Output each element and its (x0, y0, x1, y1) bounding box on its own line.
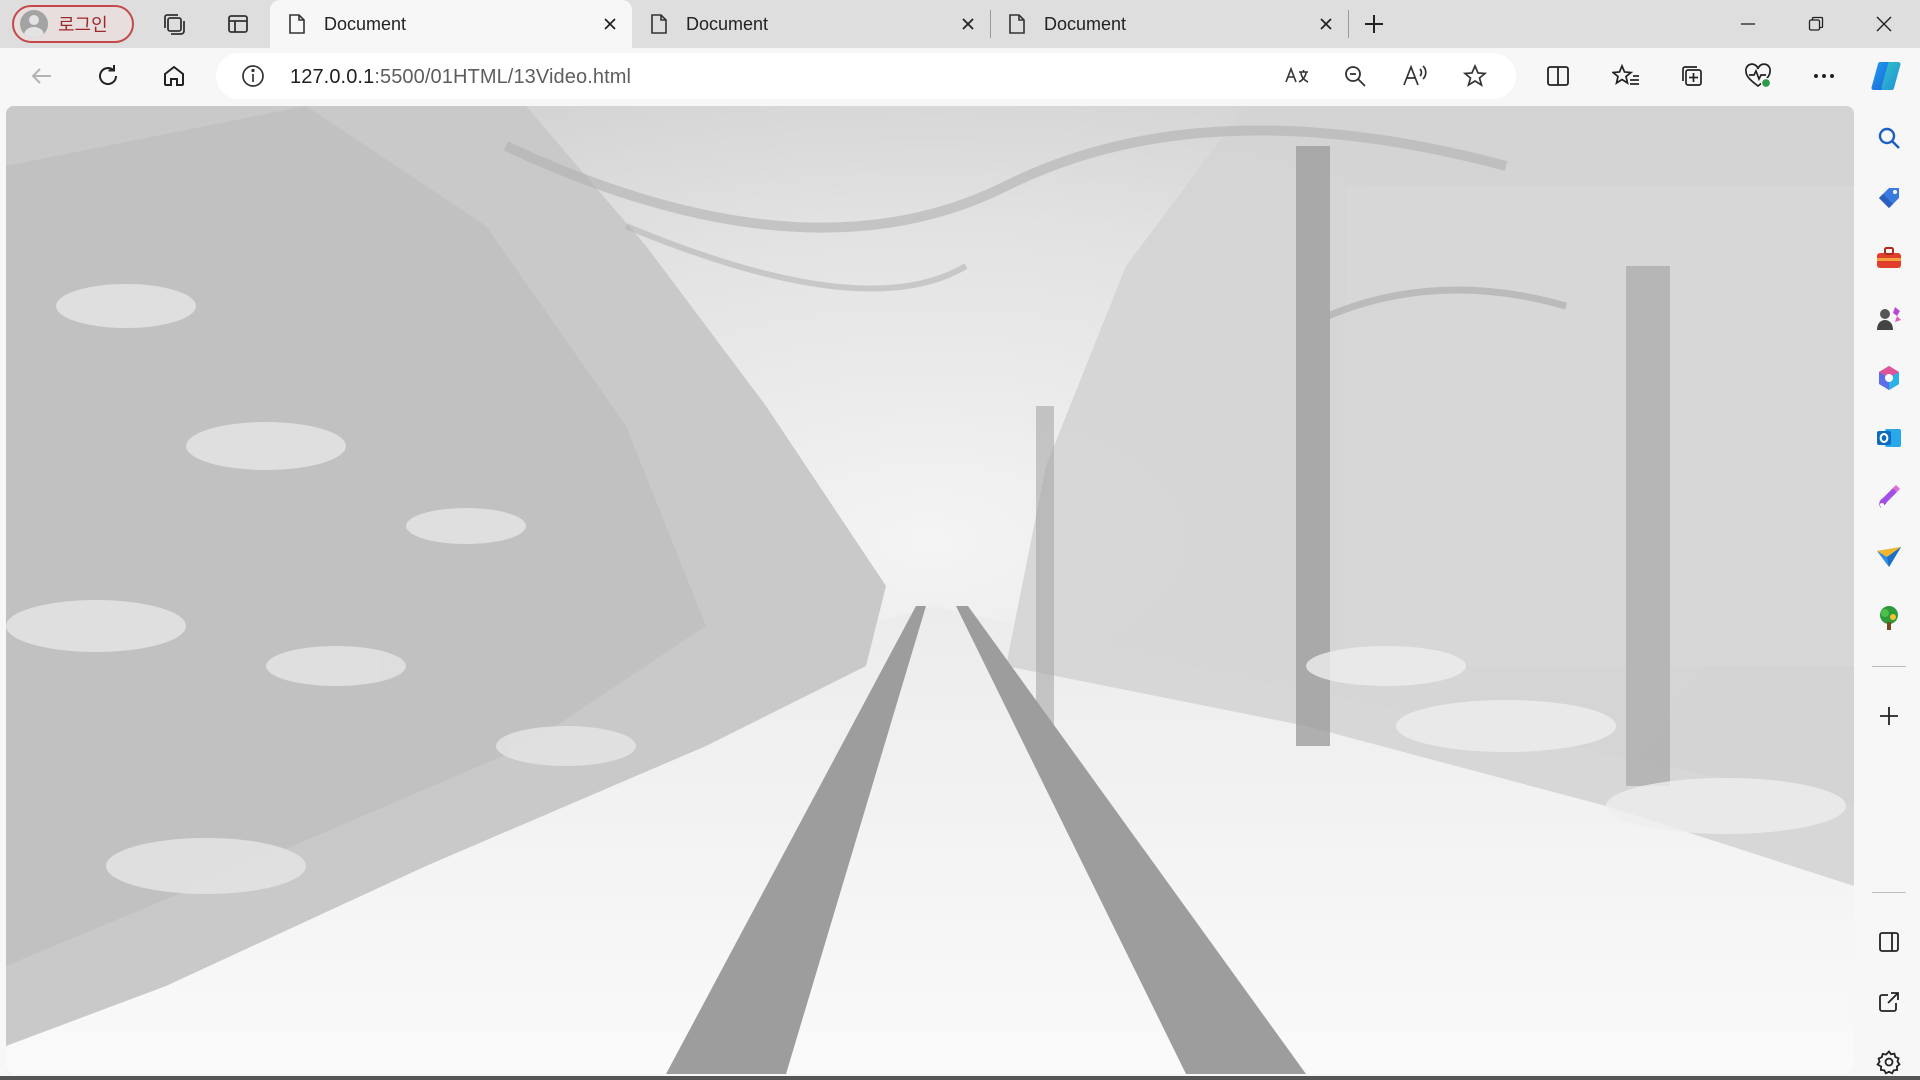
restore-icon[interactable] (1786, 6, 1846, 42)
tree-icon[interactable] (1871, 600, 1907, 636)
collections-icon[interactable] (1674, 58, 1710, 94)
translate-icon[interactable] (1280, 59, 1314, 93)
url-host: 127.0.0.1 (290, 66, 375, 88)
document-icon (1008, 13, 1026, 40)
url-text[interactable]: 127.0.0.1:5500/01HTML/13Video.html (290, 66, 631, 89)
close-window-icon[interactable] (1854, 6, 1914, 42)
microsoft365-icon[interactable] (1871, 360, 1907, 396)
shopping-tag-icon[interactable] (1871, 180, 1907, 216)
open-external-icon[interactable] (1871, 984, 1907, 1020)
navigation-toolbar: 127.0.0.1:5500/01HTML/13Video.html (0, 48, 1920, 104)
tab-title: Document (324, 14, 407, 34)
add-icon[interactable] (1871, 698, 1907, 734)
more-icon[interactable] (1806, 58, 1842, 94)
tools-briefcase-icon[interactable] (1871, 240, 1907, 276)
favorites-icon[interactable] (1608, 58, 1644, 94)
sidebar-panel-icon[interactable] (1871, 924, 1907, 960)
tab-separator (1348, 10, 1349, 38)
games-icon[interactable] (1871, 300, 1907, 336)
profile-avatar-icon (20, 10, 48, 38)
url-path: :5500/01HTML/13Video.html (374, 66, 632, 88)
browser-essentials-icon[interactable] (1740, 58, 1776, 94)
split-screen-icon[interactable] (1540, 58, 1576, 94)
vertical-tabs-icon[interactable] (222, 8, 254, 40)
copilot-icon[interactable] (1868, 58, 1904, 94)
minimize-icon[interactable] (1718, 6, 1778, 42)
document-icon (288, 13, 306, 40)
tab-document-3[interactable]: Document (990, 0, 1348, 48)
tab-document-1[interactable]: Document (270, 0, 632, 48)
home-icon[interactable] (156, 58, 192, 94)
workspaces-icon[interactable] (158, 8, 190, 40)
refresh-icon[interactable] (90, 58, 126, 94)
edge-sidebar (1858, 104, 1920, 1080)
snowy-forest-road-image (6, 106, 1854, 1074)
close-icon[interactable] (600, 14, 620, 34)
back-arrow-icon[interactable] (24, 58, 60, 94)
profile-button[interactable]: 로그인 (12, 5, 134, 43)
tab-strip: 로그인 Document Document Document (0, 0, 1920, 48)
tab-title: Document (1044, 14, 1127, 34)
info-icon[interactable] (236, 59, 270, 93)
outlook-icon[interactable] (1871, 420, 1907, 456)
taskbar-edge (0, 1076, 1920, 1080)
video-frame[interactable] (6, 106, 1854, 1074)
new-tab-plus-icon[interactable] (1358, 8, 1390, 40)
close-icon[interactable] (1316, 14, 1336, 34)
profile-label: 로그인 (58, 15, 108, 35)
tab-title: Document (686, 14, 769, 34)
address-bar[interactable]: 127.0.0.1:5500/01HTML/13Video.html (216, 53, 1516, 99)
document-icon (650, 13, 668, 40)
zoom-out-icon[interactable] (1338, 59, 1372, 93)
sidebar-divider (1872, 892, 1906, 893)
drop-icon[interactable] (1871, 540, 1907, 576)
search-icon[interactable] (1871, 120, 1907, 156)
close-icon[interactable] (958, 14, 978, 34)
favorite-star-icon[interactable] (1458, 59, 1492, 93)
designer-icon[interactable] (1871, 480, 1907, 516)
sidebar-divider (1872, 666, 1906, 667)
read-aloud-icon[interactable] (1398, 59, 1432, 93)
settings-gear-icon[interactable] (1871, 1044, 1907, 1080)
browser-window: 로그인 Document Document Document 127.0.0.1… (0, 0, 1920, 1080)
tab-document-2[interactable]: Document (632, 0, 990, 48)
